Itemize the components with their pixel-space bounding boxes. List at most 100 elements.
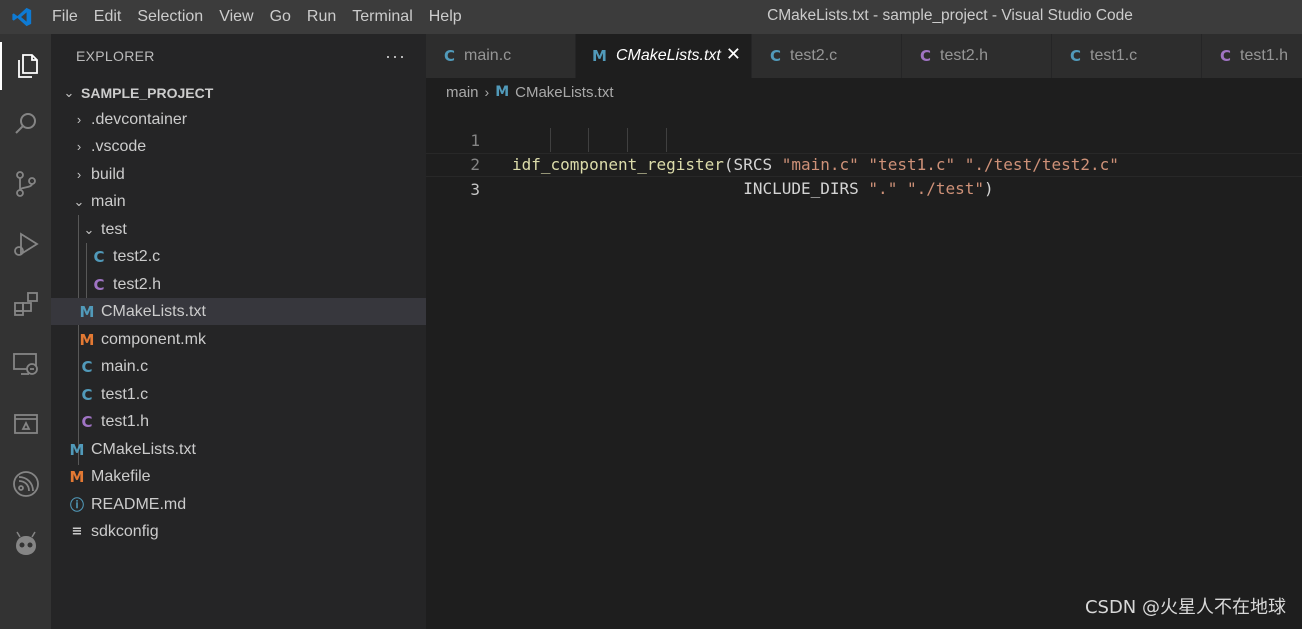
menu-run[interactable]: Run xyxy=(299,0,344,34)
menu-bar: File Edit Selection View Go Run Terminal… xyxy=(44,0,470,34)
menu-view[interactable]: View xyxy=(211,0,261,34)
extensions-icon[interactable] xyxy=(0,280,51,328)
tree-file-main-cmakelists[interactable]: M CMakeLists.txt xyxy=(51,298,426,325)
tree-file-readme[interactable]: ⓘ README.md xyxy=(51,491,426,518)
breadcrumb-file[interactable]: CMakeLists.txt xyxy=(515,84,613,101)
remote-explorer-icon[interactable] xyxy=(0,340,51,388)
tree-item-label: component.mk xyxy=(101,330,206,348)
menu-help[interactable]: Help xyxy=(421,0,470,34)
chevron-right-icon: › xyxy=(484,84,490,100)
c-file-icon: C xyxy=(770,47,782,65)
line-number: 3 xyxy=(470,180,480,199)
more-actions-icon[interactable]: ··· xyxy=(385,46,406,67)
tree-file-makefile[interactable]: M Makefile xyxy=(51,463,426,490)
code-text: INCLUDE_DIRS "." "./test") xyxy=(512,177,994,201)
code-keyword: INCLUDE_DIRS xyxy=(743,179,869,198)
project-root[interactable]: ⌄ SAMPLE_PROJECT xyxy=(51,79,426,106)
window-title: CMakeLists.txt - sample_project - Visual… xyxy=(767,7,1133,24)
tree-file-test2-h[interactable]: C test2.h xyxy=(51,271,426,298)
close-icon[interactable]: ✕ xyxy=(726,44,741,65)
explorer-sidebar: EXPLORER ··· ⌄ SAMPLE_PROJECT › .devcont… xyxy=(51,34,426,629)
menu-edit[interactable]: Edit xyxy=(86,0,130,34)
source-control-icon[interactable] xyxy=(0,160,51,208)
tree-folder-vscode[interactable]: › .vscode xyxy=(51,133,426,160)
chevron-down-icon: ⌄ xyxy=(73,193,85,209)
cmake-file-icon: M xyxy=(79,302,95,321)
c-header-file-icon: C xyxy=(920,47,932,65)
tree-folder-build[interactable]: › build xyxy=(51,161,426,188)
info-icon: ⓘ xyxy=(70,497,84,514)
tree-file-test1-h[interactable]: C test1.h xyxy=(51,408,426,435)
tree-file-root-cmakelists[interactable]: M CMakeLists.txt xyxy=(51,436,426,463)
tree-item-label: main xyxy=(91,192,126,210)
tree-item-label: build xyxy=(91,165,125,183)
breadcrumb-folder[interactable]: main xyxy=(446,84,479,101)
tab-label: CMakeLists.txt xyxy=(615,47,721,64)
c-header-file-icon: C xyxy=(81,412,93,431)
platformio-icon[interactable] xyxy=(0,520,51,568)
menu-go[interactable]: Go xyxy=(262,0,299,34)
explorer-title: EXPLORER xyxy=(76,48,155,64)
tree-file-sdkconfig[interactable]: ≡ sdkconfig xyxy=(51,518,426,545)
tree-item-label: CMakeLists.txt xyxy=(101,302,206,320)
tab-test2-c[interactable]: C test2.c xyxy=(752,34,902,78)
code-string: "." xyxy=(868,179,898,198)
chevron-right-icon: › xyxy=(76,139,82,154)
tree-item-label: Makefile xyxy=(91,467,151,485)
tree-folder-devcontainer[interactable]: › .devcontainer xyxy=(51,106,426,133)
c-file-icon: C xyxy=(1070,47,1082,65)
code-punct: ) xyxy=(984,179,994,198)
tree-item-label: test2.c xyxy=(113,247,161,265)
title-bar: File Edit Selection View Go Run Terminal… xyxy=(0,0,1302,34)
terminal-panel-icon[interactable] xyxy=(0,400,51,448)
c-file-icon: C xyxy=(444,47,456,65)
chevron-down-icon: ⌄ xyxy=(63,84,75,100)
code-line: 1 idf_component_register(SRCS "main.c" "… xyxy=(426,105,1302,174)
watermark: CSDN @火星人不在地球 xyxy=(1084,597,1286,618)
explorer-icon[interactable] xyxy=(0,42,51,90)
chevron-right-icon: › xyxy=(76,167,82,182)
search-icon[interactable] xyxy=(0,100,51,148)
c-file-icon: C xyxy=(81,385,93,404)
code-line: 2 INCLUDE_DIRS "." "./test") xyxy=(426,129,1302,198)
code-editor[interactable]: 1 idf_component_register(SRCS "main.c" "… xyxy=(426,104,1302,629)
makefile-icon: M xyxy=(69,467,85,486)
tree-file-test2-c[interactable]: C test2.c xyxy=(51,243,426,270)
cmake-file-icon: M xyxy=(69,440,85,459)
tree-file-test1-c[interactable]: C test1.c xyxy=(51,381,426,408)
tab-cmakelists[interactable]: M CMakeLists.txt ✕ xyxy=(576,34,752,78)
tree-folder-test[interactable]: ⌄ test xyxy=(51,216,426,243)
code-line-current: 3 xyxy=(426,153,1302,199)
tree-item-label: sdkconfig xyxy=(91,522,159,540)
vscode-logo-icon xyxy=(0,0,44,34)
tree-item-label: test1.c xyxy=(101,385,149,403)
tab-test1-c[interactable]: C test1.c xyxy=(1052,34,1202,78)
tree-file-component-mk[interactable]: M component.mk xyxy=(51,326,426,353)
menu-selection[interactable]: Selection xyxy=(129,0,211,34)
code-string: "./test" xyxy=(906,179,985,198)
tree-item-label: .devcontainer xyxy=(91,110,188,128)
makefile-icon: M xyxy=(79,330,95,349)
cmake-file-icon: M xyxy=(495,84,510,100)
tab-label: main.c xyxy=(464,47,512,64)
espressif-icon[interactable] xyxy=(0,460,51,508)
tree-item-label: test xyxy=(101,220,127,238)
breadcrumb: main › M CMakeLists.txt xyxy=(446,80,613,104)
tab-main-c[interactable]: C main.c xyxy=(426,34,576,78)
menu-terminal[interactable]: Terminal xyxy=(344,0,420,34)
menu-file[interactable]: File xyxy=(44,0,86,34)
tab-test1-h[interactable]: C test1.h xyxy=(1202,34,1302,78)
tab-label: test1.h xyxy=(1240,47,1289,64)
c-file-icon: C xyxy=(81,357,93,376)
activity-bar xyxy=(0,34,51,629)
tab-label: test2.h xyxy=(940,47,989,64)
c-header-file-icon: C xyxy=(93,275,105,294)
cmake-file-icon: M xyxy=(592,47,607,65)
tree-folder-main[interactable]: ⌄ main xyxy=(51,188,426,215)
tree-item-label: test1.h xyxy=(101,412,150,430)
run-debug-icon[interactable] xyxy=(0,220,51,268)
tree-file-main-c[interactable]: C main.c xyxy=(51,353,426,380)
tab-test2-h[interactable]: C test2.h xyxy=(902,34,1052,78)
editor-tab-bar: C main.c M CMakeLists.txt ✕ C test2.c C … xyxy=(426,34,1302,78)
